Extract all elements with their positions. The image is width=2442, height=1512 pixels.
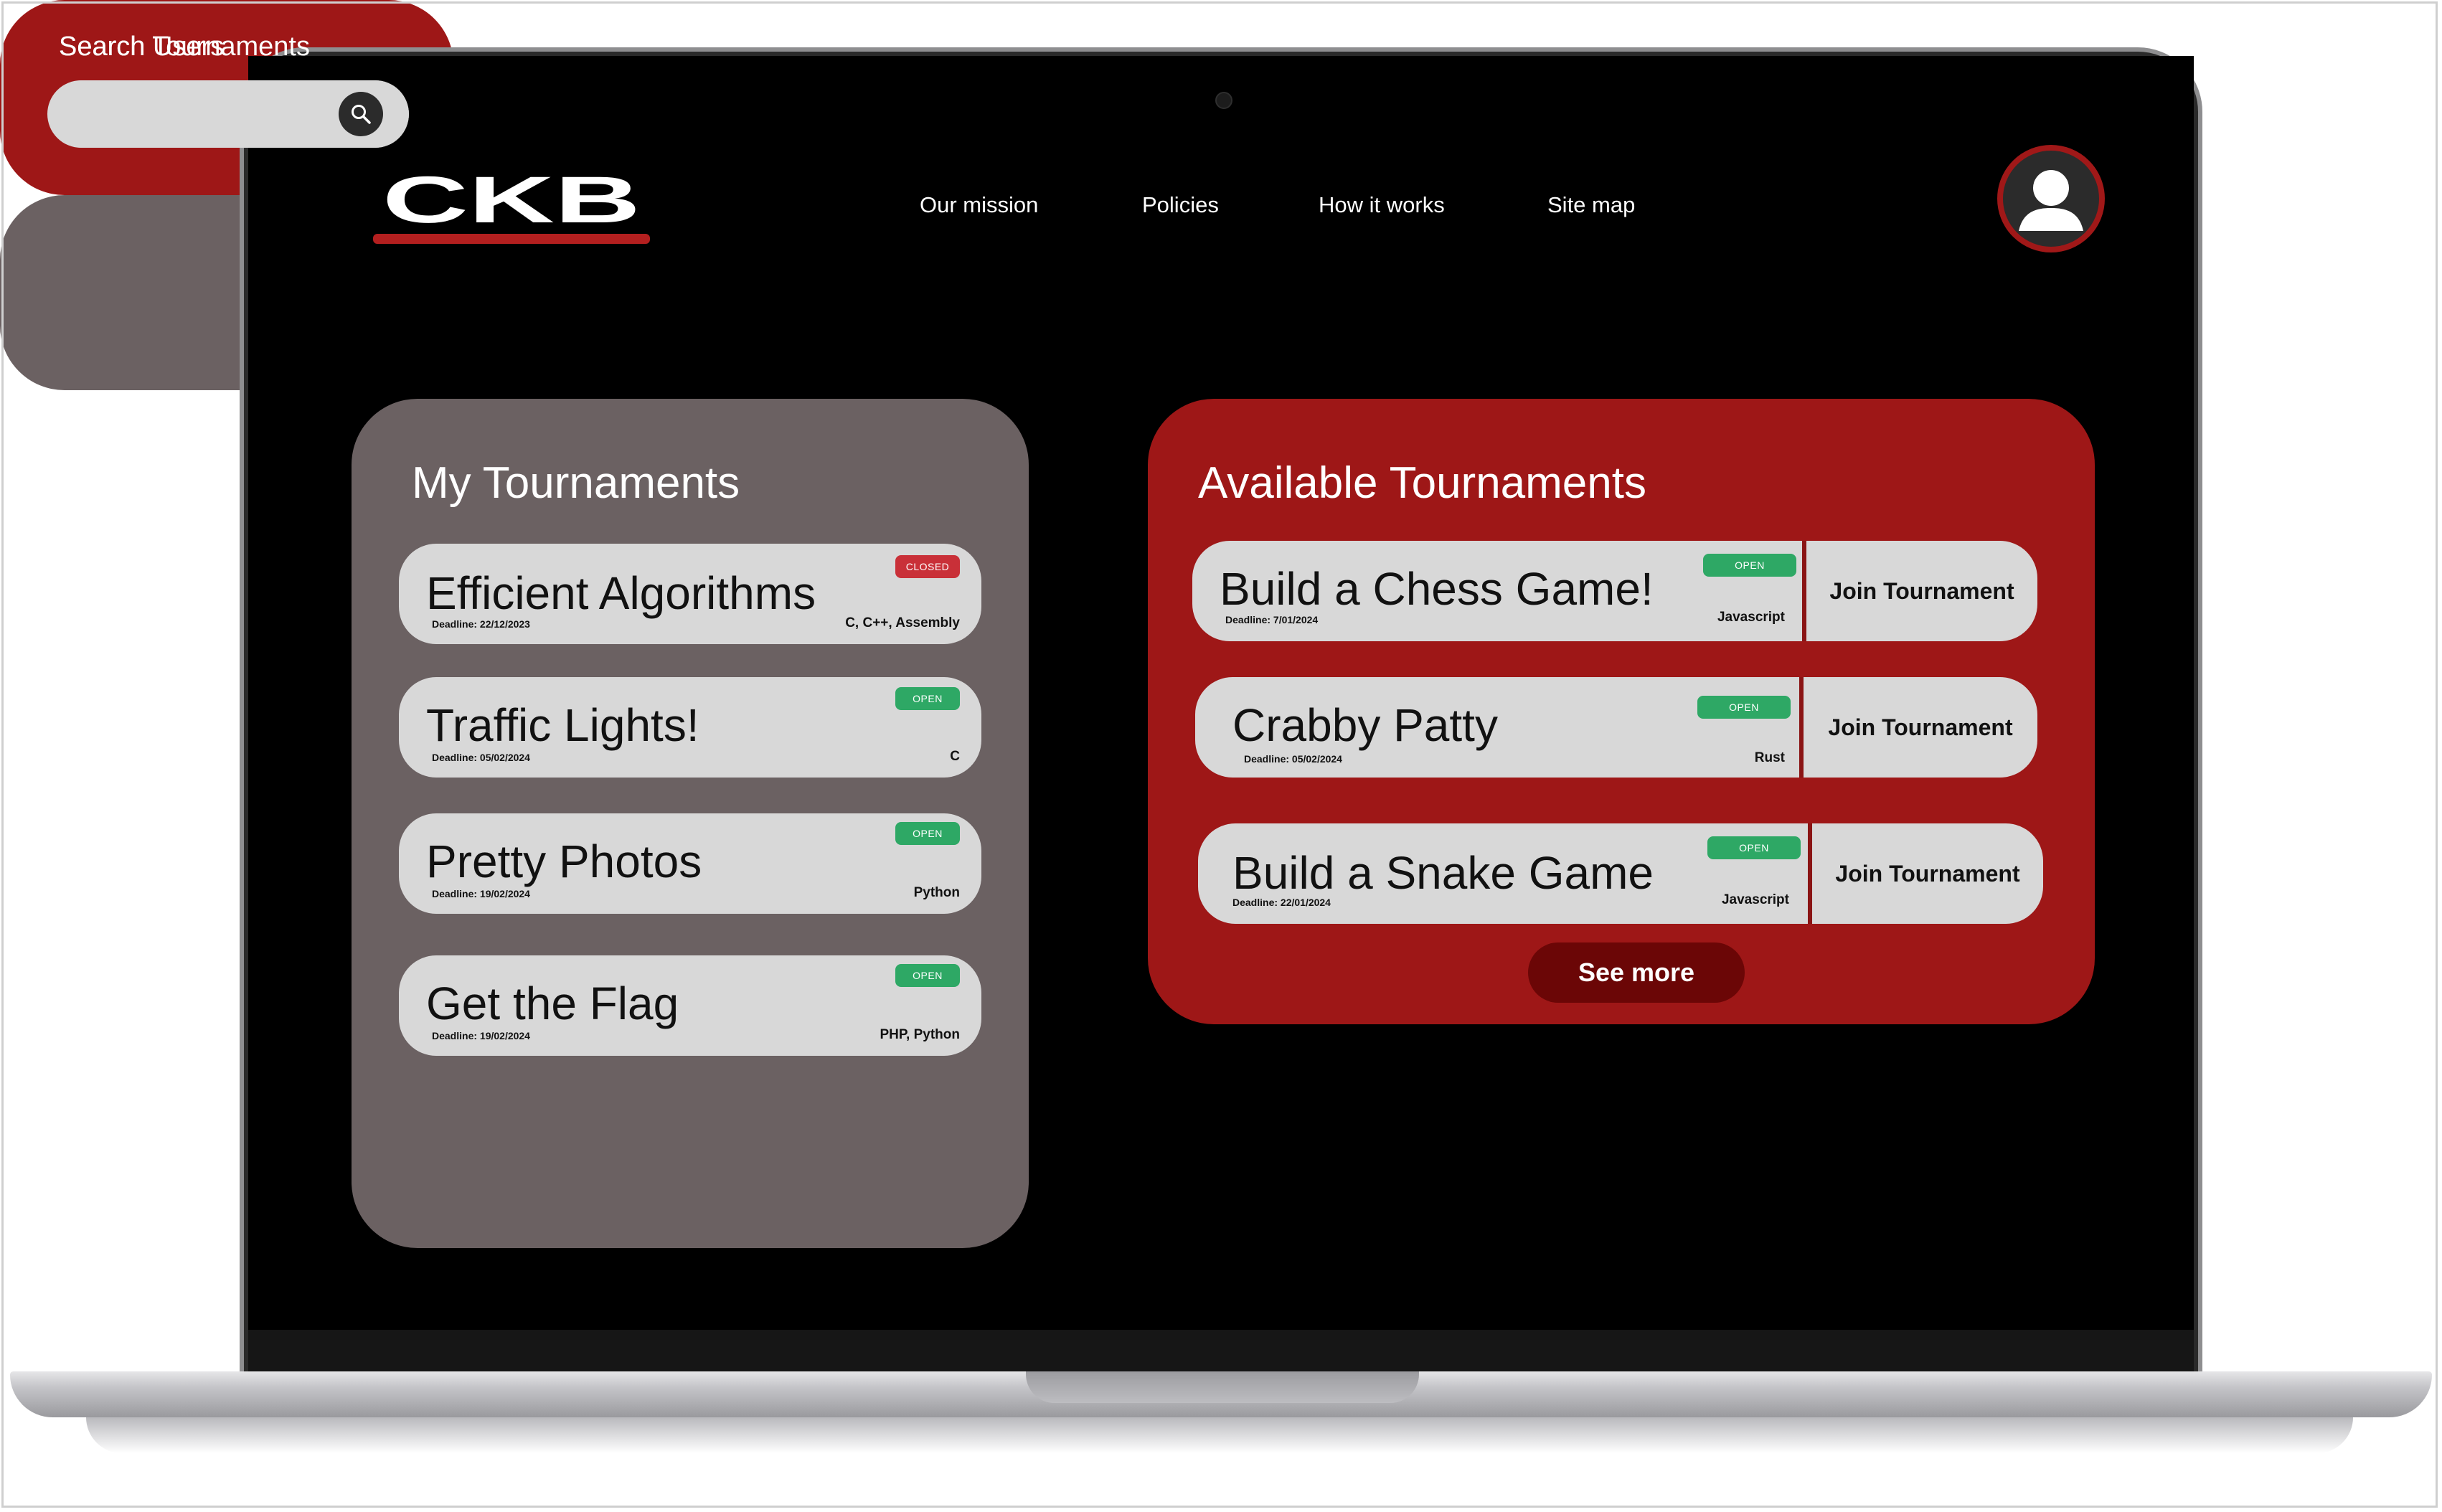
laptop-shadow [86,1417,2353,1453]
join-tournament-button[interactable]: Join Tournament [1806,541,2037,641]
tournament-languages: Javascript [1721,892,1789,907]
tournament-deadline: Deadline: 7/01/2024 [1225,614,1319,625]
nav-our-mission[interactable]: Our mission [920,192,1038,218]
tournament-deadline: Deadline: 19/02/2024 [432,1030,530,1041]
tournament-languages: C [950,749,960,764]
nav-policies[interactable]: Policies [1142,192,1219,218]
tournament-languages: C, C++, Assembly [845,615,960,630]
user-avatar-icon [2019,170,2083,231]
search-users-bar [47,80,409,148]
profile-button[interactable] [1997,145,2105,252]
search-icon [352,105,371,124]
status-badge: OPEN [1703,554,1796,577]
my-tournaments-panel: My Tournaments Efficient Algorithms Dead… [352,399,1029,1248]
status-badge: OPEN [895,822,960,845]
my-tournament-card-pretty-photos[interactable]: Pretty Photos Deadline: 19/02/2024 Pytho… [399,813,981,914]
tournament-name: Build a Snake Game [1232,847,1654,899]
tournament-name: Traffic Lights! [426,699,699,751]
join-tournament-button[interactable]: Join Tournament [1812,823,2043,924]
available-tournaments-title: Available Tournaments [1198,458,1646,508]
camera-icon [1215,92,1232,109]
tournament-deadline: Deadline: 22/12/2023 [432,618,530,630]
status-badge: CLOSED [895,555,960,578]
status-badge: OPEN [895,964,960,987]
nav-how-it-works[interactable]: How it works [1319,192,1445,218]
tournament-name: Get the Flag [426,978,679,1029]
available-tournament-card-chess: Build a Chess Game! Deadline: 7/01/2024 … [1192,541,2037,641]
my-tournament-card-traffic-lights[interactable]: Traffic Lights! Deadline: 05/02/2024 C O… [399,677,981,778]
search-users-input[interactable] [69,93,330,136]
tournament-deadline: Deadline: 22/01/2024 [1232,897,1331,908]
tournament-name: Crabby Patty [1232,699,1498,751]
status-badge: OPEN [1707,836,1801,859]
tournament-deadline: Deadline: 05/02/2024 [1244,753,1342,765]
see-more-button[interactable]: See more [1528,942,1745,1003]
nav-site-map[interactable]: Site map [1547,192,1635,218]
tournament-languages: Javascript [1717,610,1785,625]
search-users-button[interactable] [339,92,383,136]
tournament-deadline: Deadline: 19/02/2024 [432,888,530,899]
tournament-name: Efficient Algorithms [426,567,816,619]
my-tournament-card-efficient-algorithms[interactable]: Efficient Algorithms Deadline: 22/12/202… [399,544,981,644]
tournament-languages: Rust [1754,750,1785,765]
status-badge: OPEN [1697,696,1791,719]
my-tournaments-title: My Tournaments [412,458,740,508]
logo-text: CKB [382,171,641,237]
search-users-title: Search Users [59,32,225,62]
logo-mark: CKB [373,164,650,244]
available-tournament-card-crabby-patty: Crabby Patty Deadline: 05/02/2024 Rust O… [1195,677,2037,778]
tournament-name: Build a Chess Game! [1220,563,1654,615]
laptop-notch [1026,1371,1419,1403]
available-tournaments-panel: Available Tournaments Build a Chess Game… [1148,399,2095,1024]
my-tournament-card-get-the-flag[interactable]: Get the Flag Deadline: 19/02/2024 PHP, P… [399,955,981,1056]
available-tournament-card-snake: Build a Snake Game Deadline: 22/01/2024 … [1198,823,2043,924]
tournament-languages: PHP, Python [880,1027,960,1042]
tournament-name: Pretty Photos [426,836,702,887]
ckb-logo[interactable]: CKB [373,164,650,247]
tournament-languages: Python [913,885,960,900]
tournament-deadline: Deadline: 05/02/2024 [432,752,530,763]
join-tournament-button[interactable]: Join Tournament [1804,677,2037,778]
status-badge: OPEN [895,687,960,710]
screen-chin [248,1330,2194,1373]
